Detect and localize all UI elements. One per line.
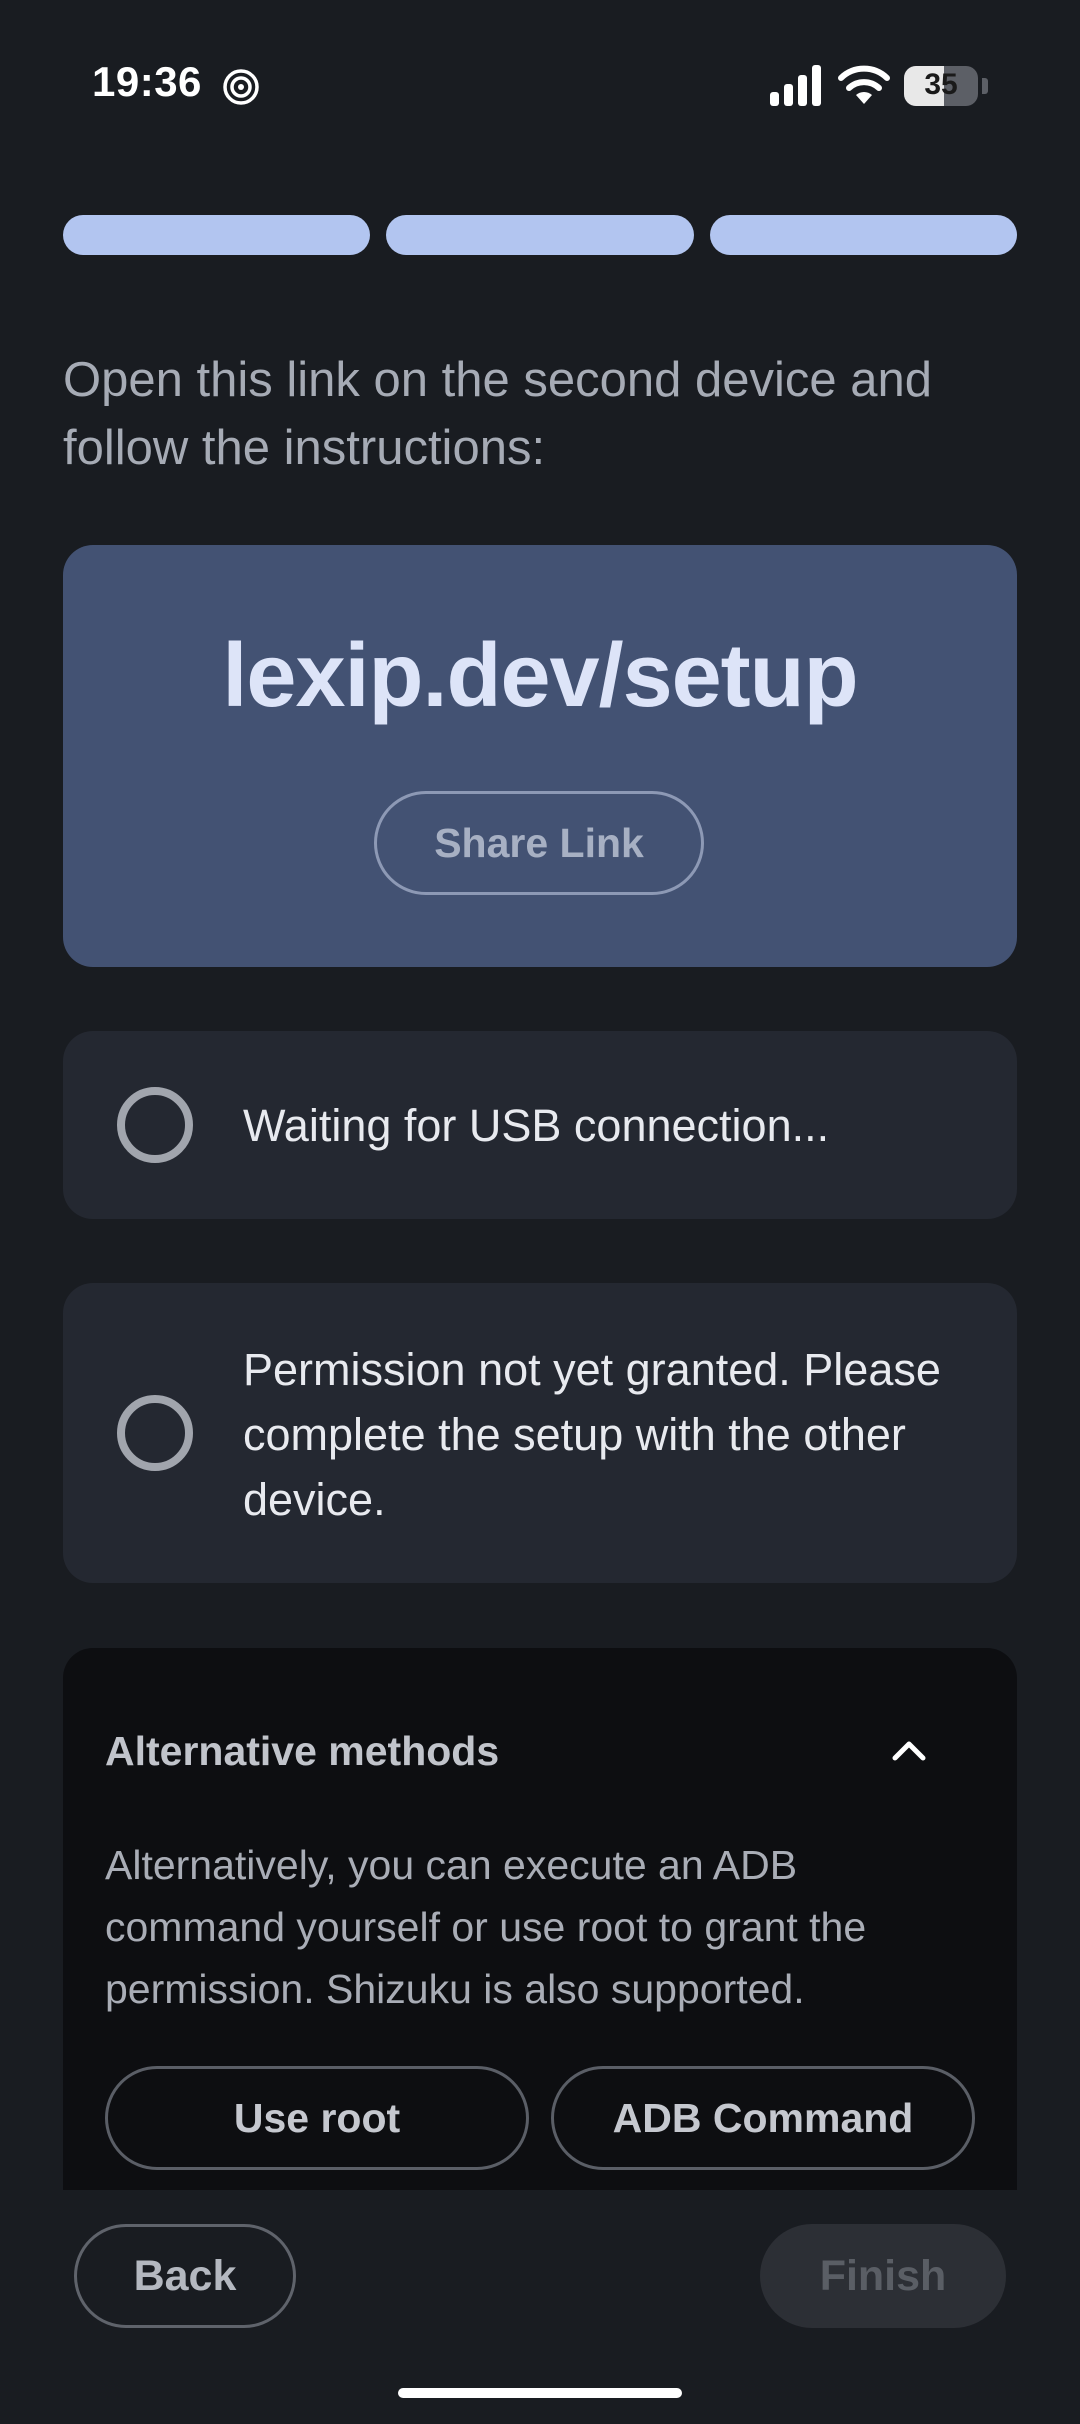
share-link-button[interactable]: Share Link xyxy=(374,791,704,895)
alternative-methods-description: Alternatively, you can execute an ADB co… xyxy=(105,1842,867,2012)
battery-icon: 35 xyxy=(904,66,988,108)
battery-level: 35 xyxy=(924,68,958,101)
usb-status-text: Waiting for USB connection... xyxy=(243,1100,830,1151)
alternative-methods-title[interactable]: Alternative methods xyxy=(105,1728,499,1775)
usb-status-card: Waiting for USB connection... xyxy=(63,1031,1017,1219)
adb-command-button[interactable]: ADB Command xyxy=(551,2066,975,2170)
status-time: 19:36 xyxy=(92,58,202,105)
pending-circle-icon xyxy=(117,1087,193,1163)
finish-button[interactable]: Finish xyxy=(760,2224,1006,2328)
back-button[interactable]: Back xyxy=(74,2224,296,2328)
cellular-signal-icon xyxy=(770,65,821,106)
instruction-text: Open this link on the second device and … xyxy=(63,353,932,475)
setup-progress xyxy=(63,215,1017,255)
chevron-up-icon[interactable] xyxy=(889,1734,929,1764)
wifi-icon xyxy=(838,65,890,104)
setup-url[interactable]: lexip.dev/setup xyxy=(63,625,1017,728)
permission-status-text: Permission not yet granted. Please compl… xyxy=(243,1344,941,1525)
use-root-button[interactable]: Use root xyxy=(105,2066,529,2170)
permission-status-card: Permission not yet granted. Please compl… xyxy=(63,1283,1017,1583)
spiral-icon xyxy=(223,69,259,105)
progress-step-1 xyxy=(63,215,371,255)
home-indicator[interactable] xyxy=(398,2388,682,2398)
progress-step-3 xyxy=(709,215,1017,255)
alternative-methods-section: Alternative methods Alternatively, you c… xyxy=(63,1648,1017,2190)
pending-circle-icon xyxy=(117,1395,193,1471)
progress-step-2 xyxy=(386,215,694,255)
link-card: lexip.dev/setup Share Link xyxy=(63,545,1017,967)
